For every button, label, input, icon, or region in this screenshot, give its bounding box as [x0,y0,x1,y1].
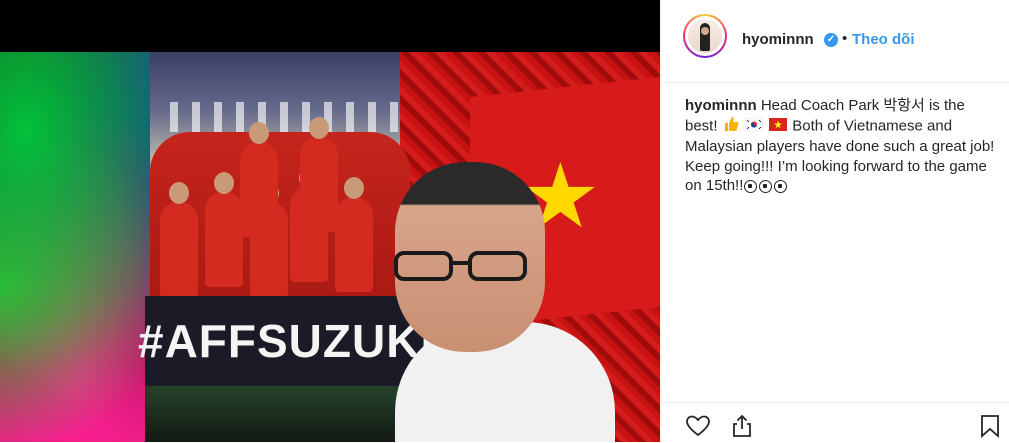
username-link[interactable]: hyominnn [742,31,814,48]
post-caption: hyominnn Head Coach Park 박항서 is the best… [685,96,995,196]
verified-badge-icon: ✓ [824,33,838,47]
image-player [300,117,338,232]
post-actions [661,402,1009,443]
post-media[interactable]: ★ #AFFSUZUKIC [0,0,660,442]
image-player [335,177,373,292]
soccer-ball-emoji-icon [744,179,758,193]
caption-text-line2: Keep going!!! I’m looking forward to the… [685,157,987,195]
heart-icon[interactable] [685,413,711,439]
follow-button[interactable]: Theo dõi [852,31,915,48]
post-sidebar: hyominnn ✓ • Theo dõi hyominnn Head Coac… [660,0,1009,442]
image-stadium-lights [170,102,430,132]
caption-paragraph-2: Keep going!!! I’m looking forward to the… [685,157,995,196]
vietnam-flag-emoji-icon [769,117,788,137]
soccer-ball-emoji-icon [759,179,773,193]
post-header: hyominnn ✓ • Theo dõi [661,0,1009,83]
caption-username-link[interactable]: hyominnn [685,97,757,114]
separator-dot: • [842,30,848,47]
image-player [160,182,198,297]
share-icon[interactable] [729,413,755,439]
avatar-face [701,27,709,35]
soccer-ball-emoji-icon [774,179,788,193]
avatar[interactable] [688,19,722,53]
image-player [240,122,278,237]
image-team-players [150,117,410,302]
image-player [205,172,243,287]
caption-paragraph-1: hyominnn Head Coach Park 박항서 is the best… [685,96,995,157]
post-image[interactable]: ★ #AFFSUZUKIC [0,52,660,442]
image-coach-glasses [394,251,527,281]
korea-flag-emoji-icon [744,117,764,137]
bookmark-icon[interactable] [977,413,1003,439]
thumbs-up-emoji-icon [723,116,739,138]
